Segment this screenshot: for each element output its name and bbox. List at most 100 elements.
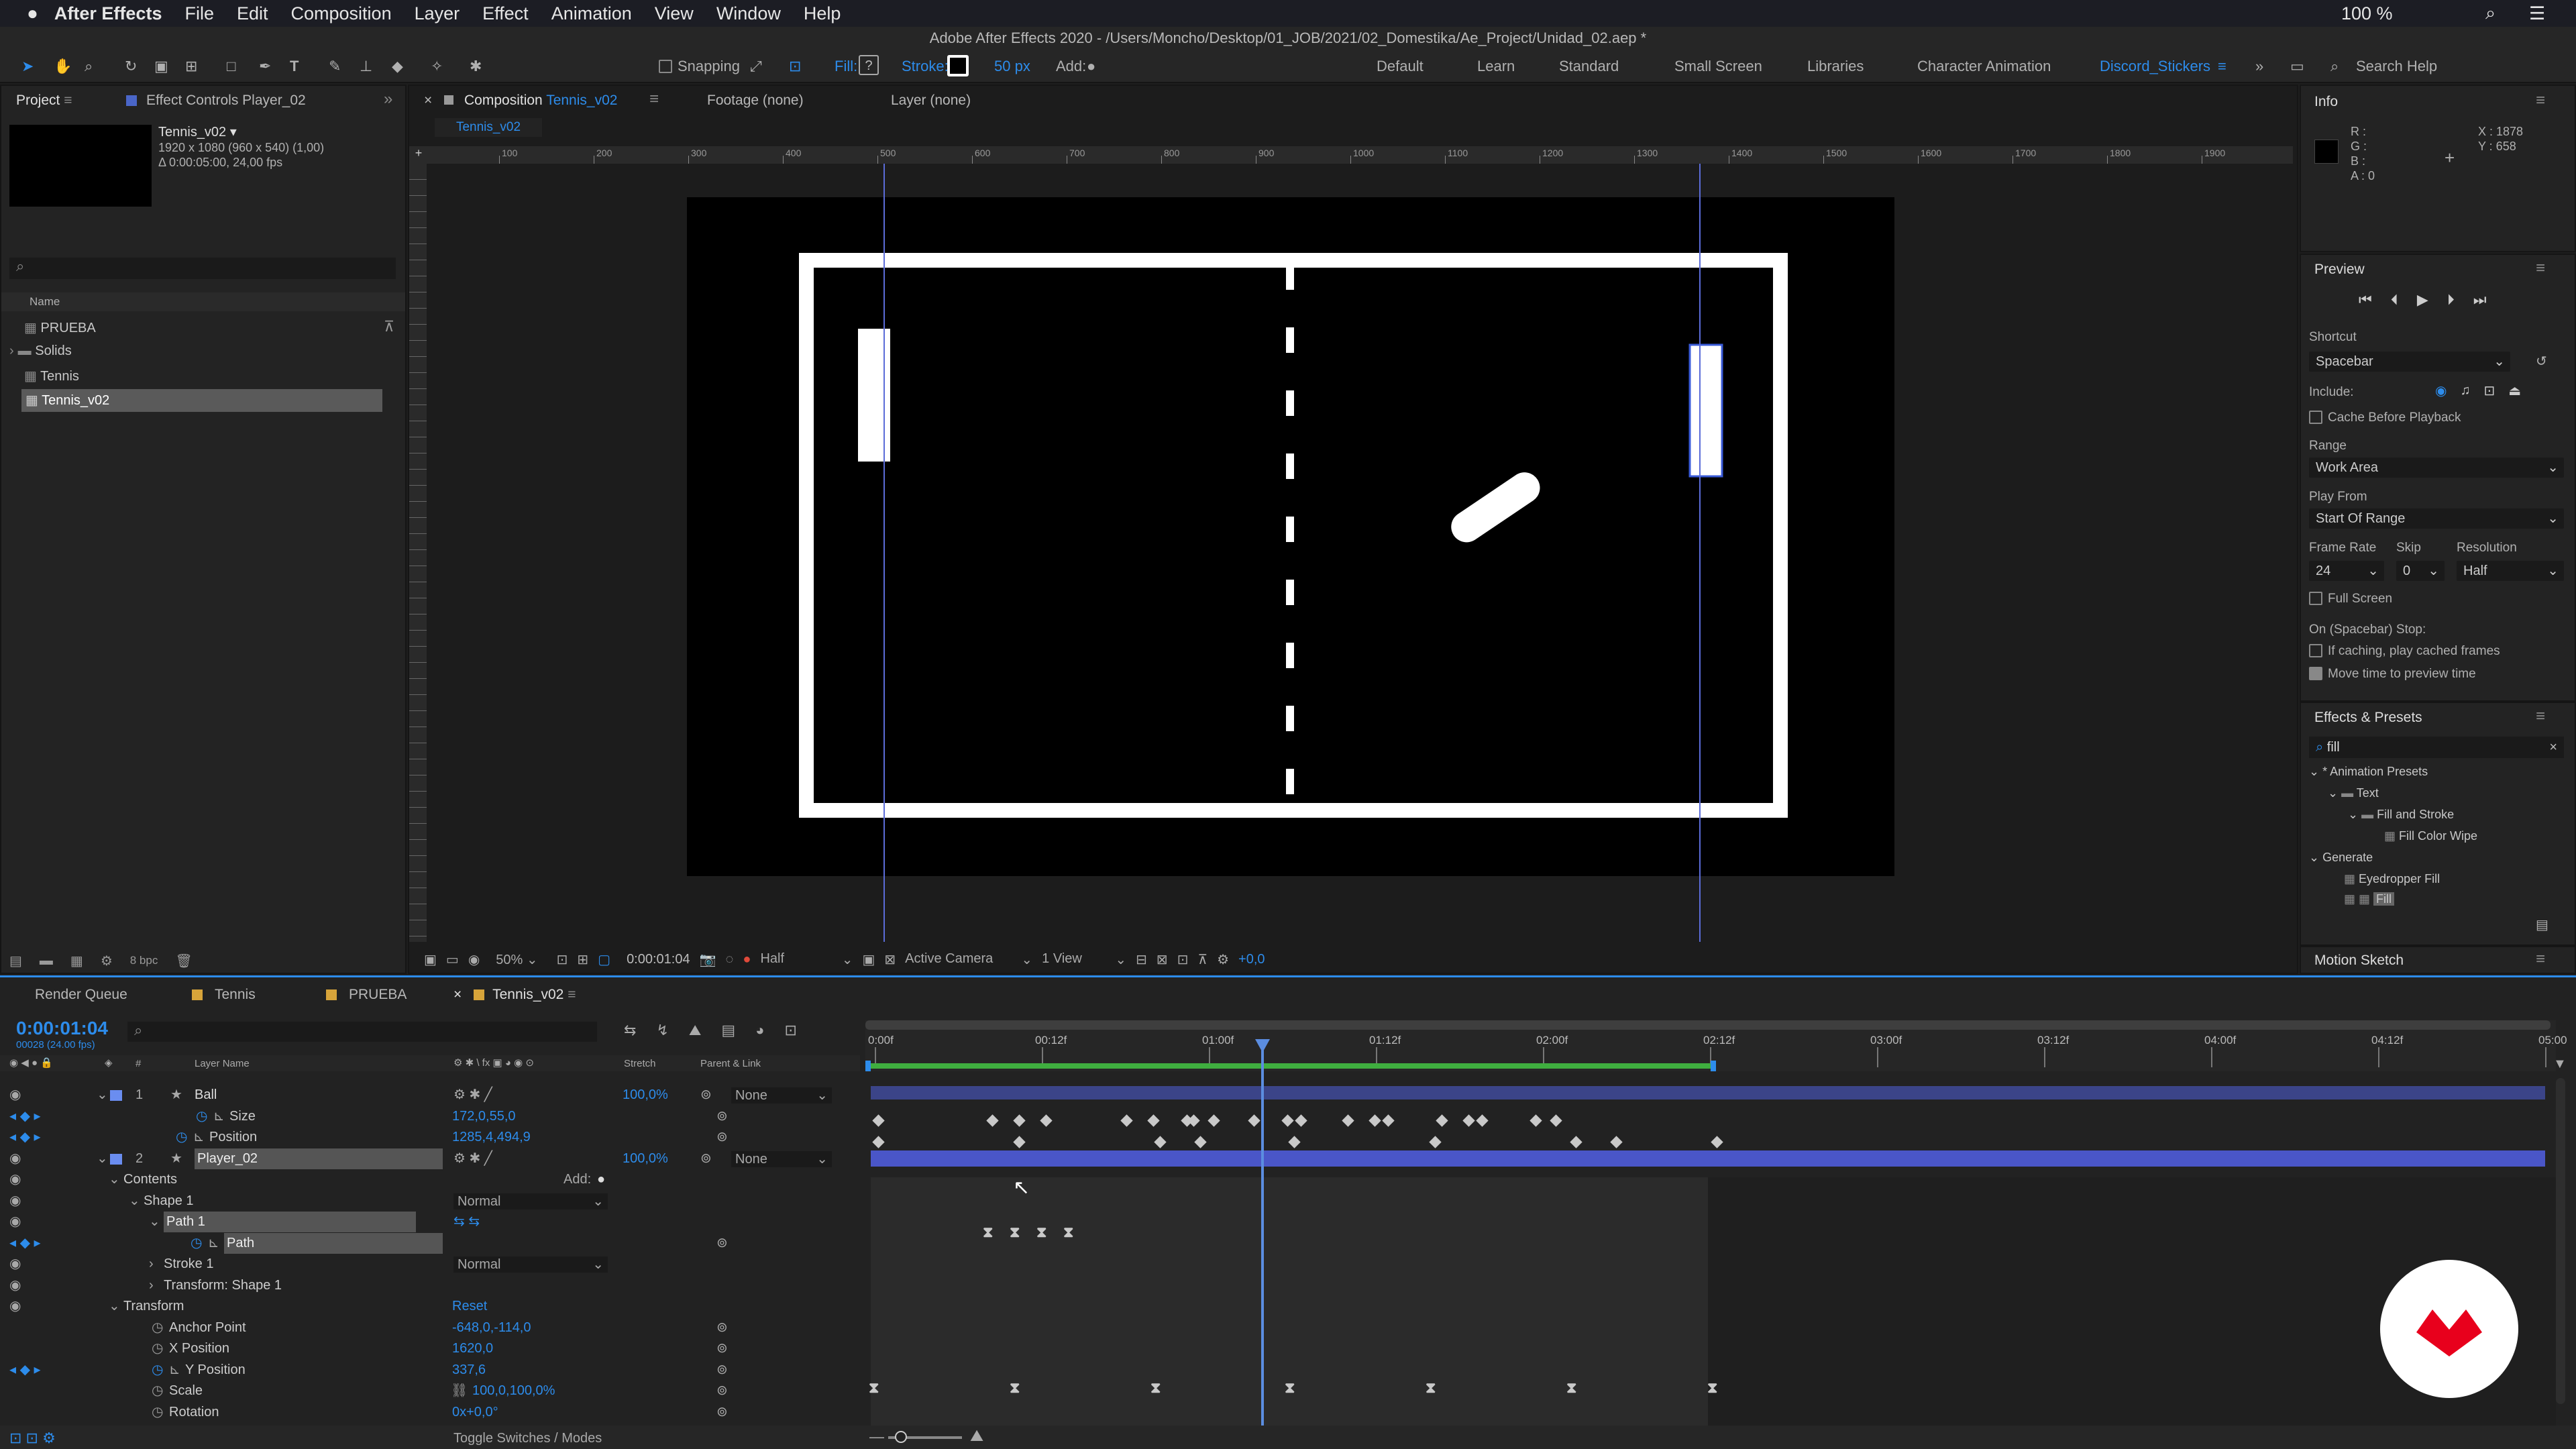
move-time-checkbox[interactable]: Move time to preview time xyxy=(2309,666,2476,682)
hand-tool-icon[interactable]: ✋ xyxy=(54,58,72,75)
keyframe-hold[interactable]: ⧗ xyxy=(1566,1379,1576,1397)
keyframe-diamond[interactable] xyxy=(1013,1114,1026,1127)
app-menu[interactable]: After Effects xyxy=(54,3,162,24)
project-settings-icon[interactable]: ⚙ xyxy=(101,953,113,969)
comp-mini-flowchart-icon[interactable]: ⇆ xyxy=(624,1022,636,1039)
timeline-search-input[interactable]: ⌕ xyxy=(127,1022,597,1042)
interpret-footage-icon[interactable]: ▤ xyxy=(9,953,22,969)
new-comp-icon[interactable]: ▦ xyxy=(70,953,83,969)
new-preset-icon[interactable]: ▤ xyxy=(2536,916,2548,933)
stopwatch-icon[interactable]: ◷ xyxy=(176,1127,187,1148)
grid-icon[interactable]: ⊞ xyxy=(577,951,588,968)
keyframe-diamond[interactable] xyxy=(1429,1136,1442,1148)
tree-fill-color-wipe[interactable]: ▦ Fill Color Wipe xyxy=(2384,829,2477,843)
expand-arrow-icon[interactable]: ⌄ xyxy=(97,1085,108,1106)
search-icon[interactable]: ⌕ xyxy=(2485,3,2496,24)
comp-marker-icon[interactable]: ▼ xyxy=(2553,1057,2567,1072)
menu-icon[interactable]: ☰ xyxy=(2529,3,2545,24)
keyframe-nav-icons[interactable]: ◂ ◆ ▸ xyxy=(9,1106,41,1127)
workspace-standard[interactable]: Standard xyxy=(1559,58,1619,75)
rectangle-tool-icon[interactable]: □ xyxy=(227,58,235,75)
stopwatch-icon[interactable]: ◷ xyxy=(152,1402,163,1423)
view-layout-dropdown[interactable]: 1 View ⌄ xyxy=(1042,951,1126,968)
tab-tennis[interactable]: Tennis xyxy=(192,987,256,1003)
keyframe-diamond[interactable] xyxy=(1120,1114,1133,1127)
property-row-transform-shape-1[interactable]: ◉ › Transform: Shape 1 xyxy=(0,1275,860,1296)
exposure-value[interactable]: +0,0 xyxy=(1238,952,1265,967)
playhead[interactable] xyxy=(1261,1042,1264,1427)
vertical-ruler[interactable] xyxy=(409,164,427,942)
keyframe-hold[interactable]: ⧗ xyxy=(1285,1379,1295,1397)
frame-blending-icon[interactable]: ▤ xyxy=(721,1022,735,1039)
pickwhip-icon[interactable]: ⊚ xyxy=(700,1148,712,1169)
property-value[interactable]: -648,0,-114,0 xyxy=(452,1318,531,1338)
keyframe-hold[interactable]: ⧗ xyxy=(983,1224,993,1241)
property-row-shape-1[interactable]: ◉ ⌄ Shape 1 Normal ⌄ xyxy=(0,1191,860,1212)
collapse-arrow-icon[interactable]: ⌄ xyxy=(109,1296,120,1317)
property-row-stroke-1[interactable]: ◉ › Stroke 1 Normal ⌄ xyxy=(0,1254,860,1275)
workspace-small-screen[interactable]: Small Screen xyxy=(1674,58,1762,75)
property-row-x-position[interactable]: ◷ X Position 1620,0 ⊚ xyxy=(0,1338,860,1359)
menu-edit[interactable]: Edit xyxy=(237,3,268,24)
graph-icon[interactable]: ⊾ xyxy=(213,1106,225,1127)
keyframe-diamond[interactable] xyxy=(1040,1114,1053,1127)
zoom-slider-thumb[interactable] xyxy=(895,1431,907,1443)
playhead-handle[interactable] xyxy=(1255,1039,1270,1053)
apple-icon[interactable]: ● xyxy=(27,3,38,24)
keyframe-diamond[interactable] xyxy=(1154,1136,1167,1148)
property-value[interactable]: 337,6 xyxy=(452,1360,486,1381)
next-frame-icon[interactable]: ⏵ xyxy=(2447,291,2455,309)
expression-pickwhip-icon[interactable]: ⊚ xyxy=(716,1106,728,1127)
keyframe-hold[interactable]: ⧗ xyxy=(1010,1379,1020,1397)
property-value[interactable]: 0x+0,0° xyxy=(452,1402,498,1423)
timeline-scrollbar[interactable] xyxy=(2556,1078,2565,1404)
column-number[interactable]: # xyxy=(136,1058,141,1069)
resolution-dropdown[interactable]: Half ⌄ xyxy=(2457,561,2564,581)
project-item-solids[interactable]: › ▬ Solids xyxy=(9,343,72,359)
stopwatch-icon[interactable]: ◷ xyxy=(152,1360,163,1381)
work-area-green-bar[interactable] xyxy=(865,1063,1713,1069)
tab-footage[interactable]: Footage (none) xyxy=(707,93,804,109)
property-row-rotation[interactable]: ◷ Rotation 0x+0,0° ⊚ xyxy=(0,1402,860,1423)
timeline-icon[interactable]: ⊡ xyxy=(1177,951,1189,968)
blend-mode-dropdown[interactable]: Normal ⌄ xyxy=(453,1256,608,1273)
trash-icon[interactable]: 🗑 xyxy=(175,953,192,969)
tree-fill-and-stroke[interactable]: ⌄ ▬ Fill and Stroke xyxy=(2348,808,2454,822)
keyframe-diamond[interactable] xyxy=(1711,1136,1723,1148)
expression-pickwhip-icon[interactable]: ⊚ xyxy=(716,1381,728,1401)
layer-bar-ball[interactable] xyxy=(871,1086,2545,1099)
layer-row-player-02[interactable]: ◉ ⌄ 2 ★ Player_02 ⚙ ✱ ╱ 100,0% ⊚ None ⌄ xyxy=(0,1148,860,1169)
toggle-switches-modes[interactable]: Toggle Switches / Modes xyxy=(453,1431,602,1446)
workspace-character-animation[interactable]: Character Animation xyxy=(1917,58,2051,75)
range-dropdown[interactable]: Work Area ⌄ xyxy=(2309,458,2564,478)
layer-name[interactable]: Player_02 xyxy=(195,1148,443,1169)
property-value[interactable]: 1620,0 xyxy=(452,1338,493,1359)
keyframe-diamond[interactable] xyxy=(1476,1114,1489,1127)
property-row-path[interactable]: ◂ ◆ ▸ ◷ ⊾ Path ⊚ xyxy=(0,1232,860,1254)
keyframe-diamond[interactable] xyxy=(1248,1114,1260,1127)
info-menu-icon[interactable]: ≡ xyxy=(2536,91,2545,110)
keyframe-diamond[interactable] xyxy=(1288,1136,1301,1148)
pickwhip-icon[interactable]: ⊚ xyxy=(700,1085,712,1106)
keyframe-diamond[interactable] xyxy=(1570,1136,1582,1148)
roto-brush-tool-icon[interactable]: ✧ xyxy=(431,58,443,75)
snap-icon[interactable]: ⤢ xyxy=(750,58,762,75)
viewer-time[interactable]: 0:00:01:04 xyxy=(627,952,690,967)
layer-name[interactable]: Ball xyxy=(195,1085,217,1106)
layer-switches-icons[interactable]: ⚙ ✱ ╱ xyxy=(453,1148,492,1169)
puppet-tool-icon[interactable]: ✱ xyxy=(470,58,482,75)
flowchart-icon[interactable]: ⊼ xyxy=(1197,951,1208,968)
tree-generate[interactable]: ⌄ Generate xyxy=(2309,851,2373,865)
tab-render-queue[interactable]: Render Queue xyxy=(35,987,127,1003)
flowchart-icon[interactable]: ⊼ xyxy=(384,318,394,335)
keyframe-diamond[interactable] xyxy=(1610,1136,1623,1148)
visibility-eye-icon[interactable]: ◉ xyxy=(9,1191,21,1212)
menu-help[interactable]: Help xyxy=(804,3,841,24)
column-parent[interactable]: Parent & Link xyxy=(700,1058,761,1069)
keyframe-nav-icons[interactable]: ◂ ◆ ▸ xyxy=(9,1127,41,1148)
camera-dropdown[interactable]: Active Camera ⌄ xyxy=(905,951,1032,968)
fill-swatch[interactable]: ? xyxy=(859,55,879,75)
project-item-prueba[interactable]: ▦ PRUEBA xyxy=(24,319,96,336)
keyframe-diamond[interactable] xyxy=(1208,1114,1220,1127)
region-of-interest-icon[interactable]: ▣ xyxy=(862,951,875,968)
